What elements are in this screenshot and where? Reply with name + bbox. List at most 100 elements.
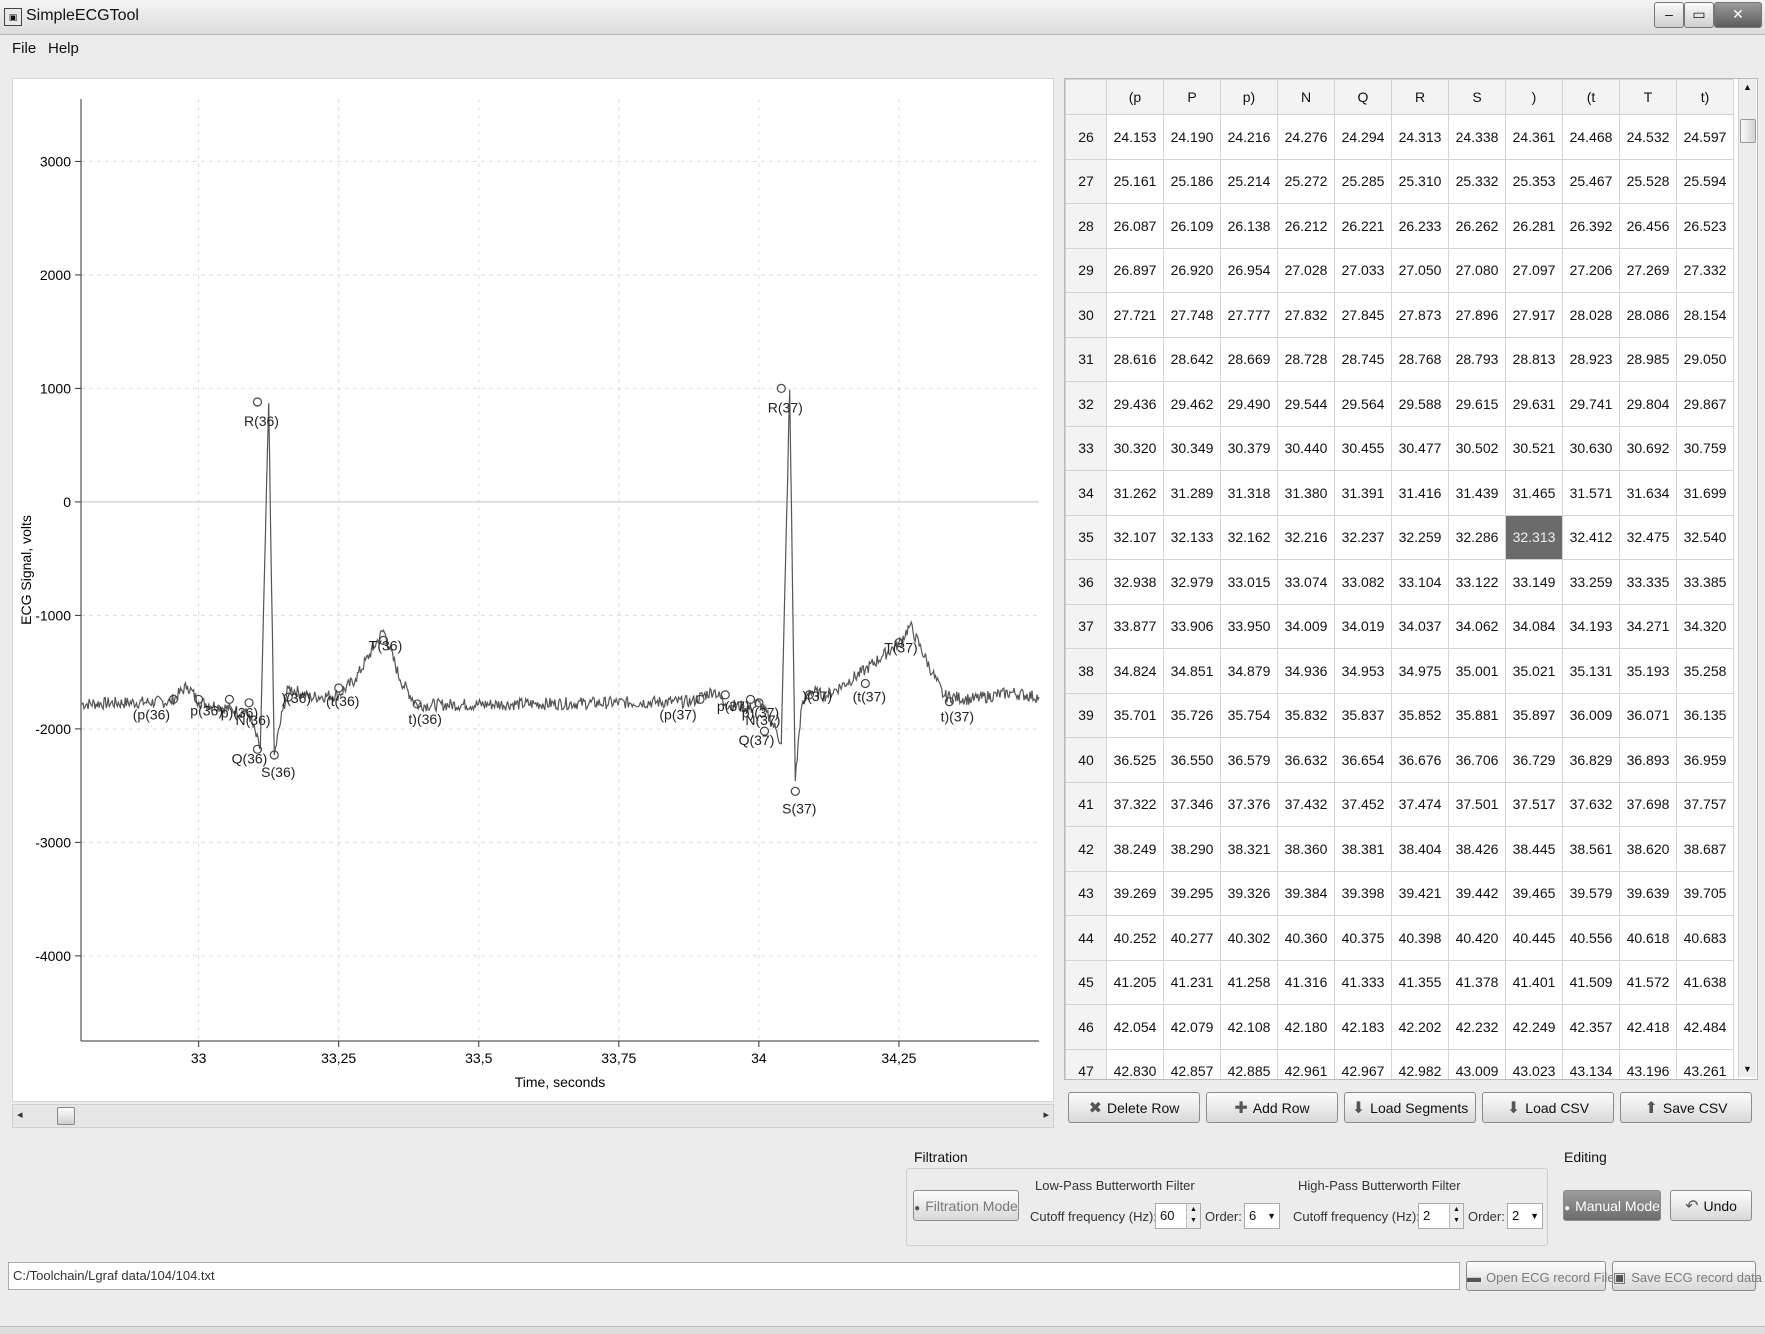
table-cell[interactable]: 30.379 — [1220, 425, 1278, 471]
table-cell[interactable]: 26.281 — [1505, 203, 1563, 249]
table-cell[interactable]: 42.967 — [1334, 1048, 1392, 1079]
table-cell[interactable]: 38.426 — [1448, 826, 1506, 872]
table-cell[interactable]: 38.321 — [1220, 826, 1278, 872]
table-cell[interactable]: 37.698 — [1619, 781, 1677, 827]
maximize-button[interactable]: ▭ — [1684, 2, 1714, 28]
table-cell[interactable]: 33.122 — [1448, 559, 1506, 605]
table-cell[interactable]: 32.162 — [1220, 514, 1278, 560]
table-cell[interactable]: 35.726 — [1163, 692, 1221, 738]
table-cell[interactable]: 26.233 — [1391, 203, 1449, 249]
table-cell[interactable]: 42.830 — [1106, 1048, 1164, 1079]
column-header[interactable]: p) — [1220, 79, 1278, 115]
table-cell[interactable]: 34.879 — [1220, 648, 1278, 694]
table-cell[interactable]: 36.829 — [1562, 737, 1620, 783]
table-cell[interactable]: 26.221 — [1334, 203, 1392, 249]
table-cell[interactable]: 33.149 — [1505, 559, 1563, 605]
table-cell[interactable]: 26.523 — [1676, 203, 1734, 249]
table-cell[interactable]: 39.442 — [1448, 870, 1506, 916]
scroll-right-arrow-icon[interactable]: ▸ — [1043, 1108, 1049, 1121]
table-cell[interactable]: 26.087 — [1106, 203, 1164, 249]
row-header[interactable]: 34 — [1065, 470, 1107, 516]
table-cell[interactable]: 32.979 — [1163, 559, 1221, 605]
table-cell[interactable]: 27.097 — [1505, 247, 1563, 293]
table-cell[interactable]: 32.938 — [1106, 559, 1164, 605]
table-cell[interactable]: 42.232 — [1448, 1004, 1506, 1050]
table-cell[interactable]: 36.654 — [1334, 737, 1392, 783]
row-header[interactable]: 33 — [1065, 425, 1107, 471]
table-cell[interactable]: 37.632 — [1562, 781, 1620, 827]
table-cell[interactable]: 24.190 — [1163, 114, 1221, 160]
table-row[interactable]: 36 32.938 32.979 33.015 33.074 33.082 33.104 33… — [1065, 559, 1734, 605]
table-cell[interactable]: 39.465 — [1505, 870, 1563, 916]
table-cell[interactable]: 26.138 — [1220, 203, 1278, 249]
table-cell[interactable]: 27.896 — [1448, 292, 1506, 338]
table-row[interactable]: 27 25.161 25.186 25.214 25.272 25.285 25.310 25… — [1065, 158, 1734, 204]
table-vertical-scrollbar[interactable]: ▲ ▼ — [1738, 79, 1756, 1077]
table-cell[interactable]: 32.286 — [1448, 514, 1506, 560]
table-cell[interactable]: 31.416 — [1391, 470, 1449, 516]
table-cell[interactable]: 25.272 — [1277, 158, 1335, 204]
table-cell[interactable]: 34.824 — [1106, 648, 1164, 694]
table-cell[interactable]: 26.920 — [1163, 247, 1221, 293]
table-cell[interactable]: 38.290 — [1163, 826, 1221, 872]
table-cell[interactable]: 40.360 — [1277, 915, 1335, 961]
highpass-order-select[interactable]: 2 ▼ — [1507, 1203, 1543, 1229]
table-cell[interactable]: 28.793 — [1448, 336, 1506, 382]
table-cell[interactable]: 33.015 — [1220, 559, 1278, 605]
table-cell[interactable]: 36.525 — [1106, 737, 1164, 783]
row-header[interactable]: 47 — [1065, 1048, 1107, 1079]
menu-file[interactable]: File — [8, 40, 40, 57]
table-cell[interactable]: 29.462 — [1163, 381, 1221, 427]
table-cell[interactable]: 24.468 — [1562, 114, 1620, 160]
table-cell[interactable]: 27.777 — [1220, 292, 1278, 338]
table-cell[interactable]: 24.597 — [1676, 114, 1734, 160]
segments-grid[interactable]: (p Pp) N Q R S) (t Tt) 26 24.153 24.190 24.216 24.2… — [1065, 79, 1734, 1079]
load-segments-button[interactable]: ⬇ Load Segments — [1344, 1092, 1476, 1123]
table-cell[interactable]: 34.009 — [1277, 603, 1335, 649]
table-cell[interactable]: 27.206 — [1562, 247, 1620, 293]
table-cell[interactable]: 42.885 — [1220, 1048, 1278, 1079]
table-cell[interactable]: 43.134 — [1562, 1048, 1620, 1079]
scrollbar-thumb[interactable] — [57, 1107, 75, 1125]
table-cell[interactable]: 28.669 — [1220, 336, 1278, 382]
chart-horizontal-scrollbar[interactable]: ◂ ▸ — [12, 1104, 1054, 1128]
table-cell[interactable]: 38.404 — [1391, 826, 1449, 872]
column-header[interactable]: P — [1163, 79, 1221, 115]
row-header[interactable]: 45 — [1065, 959, 1107, 1005]
table-cell[interactable]: 31.465 — [1505, 470, 1563, 516]
table-cell[interactable]: 26.212 — [1277, 203, 1335, 249]
table-cell[interactable]: 30.630 — [1562, 425, 1620, 471]
open-ecg-record-button[interactable]: ▬ Open ECG record File — [1466, 1261, 1615, 1291]
table-row[interactable]: 41 37.322 37.346 37.376 37.432 37.452 37.474 37… — [1065, 781, 1734, 827]
table-cell[interactable]: 37.517 — [1505, 781, 1563, 827]
spin-arrows-icon[interactable]: ▲ ▼ — [1186, 1204, 1200, 1228]
table-cell[interactable]: 37.346 — [1163, 781, 1221, 827]
table-cell[interactable]: 29.544 — [1277, 381, 1335, 427]
table-cell[interactable]: 32.475 — [1619, 514, 1677, 560]
table-row[interactable]: 39 35.701 35.726 35.754 35.832 35.837 35.852 35… — [1065, 692, 1734, 738]
table-cell[interactable]: 31.318 — [1220, 470, 1278, 516]
table-cell[interactable]: 33.335 — [1619, 559, 1677, 605]
table-cell[interactable]: 29.804 — [1619, 381, 1677, 427]
row-header[interactable]: 26 — [1065, 114, 1107, 160]
table-row[interactable]: 30 27.721 27.748 27.777 27.832 27.845 27.873 27… — [1065, 292, 1734, 338]
table-cell[interactable]: 30.440 — [1277, 425, 1335, 471]
table-cell[interactable]: 33.906 — [1163, 603, 1221, 649]
table-cell[interactable]: 29.631 — [1505, 381, 1563, 427]
table-cell[interactable]: 42.054 — [1106, 1004, 1164, 1050]
table-cell[interactable]: 42.183 — [1334, 1004, 1392, 1050]
save-ecg-record-button[interactable]: ▣ Save ECG record data — [1612, 1261, 1762, 1291]
table-cell[interactable]: 32.133 — [1163, 514, 1221, 560]
table-cell[interactable]: 32.412 — [1562, 514, 1620, 560]
table-cell[interactable]: 42.857 — [1163, 1048, 1221, 1079]
table-cell[interactable]: 37.432 — [1277, 781, 1335, 827]
table-cell[interactable]: 31.439 — [1448, 470, 1506, 516]
table-cell[interactable]: 31.634 — [1619, 470, 1677, 516]
table-cell[interactable]: 34.037 — [1391, 603, 1449, 649]
table-cell[interactable]: 35.021 — [1505, 648, 1563, 694]
table-cell[interactable]: 33.259 — [1562, 559, 1620, 605]
table-cell[interactable]: 29.867 — [1676, 381, 1734, 427]
table-cell[interactable]: 37.376 — [1220, 781, 1278, 827]
table-cell[interactable]: 28.813 — [1505, 336, 1563, 382]
table-cell[interactable]: 27.332 — [1676, 247, 1734, 293]
